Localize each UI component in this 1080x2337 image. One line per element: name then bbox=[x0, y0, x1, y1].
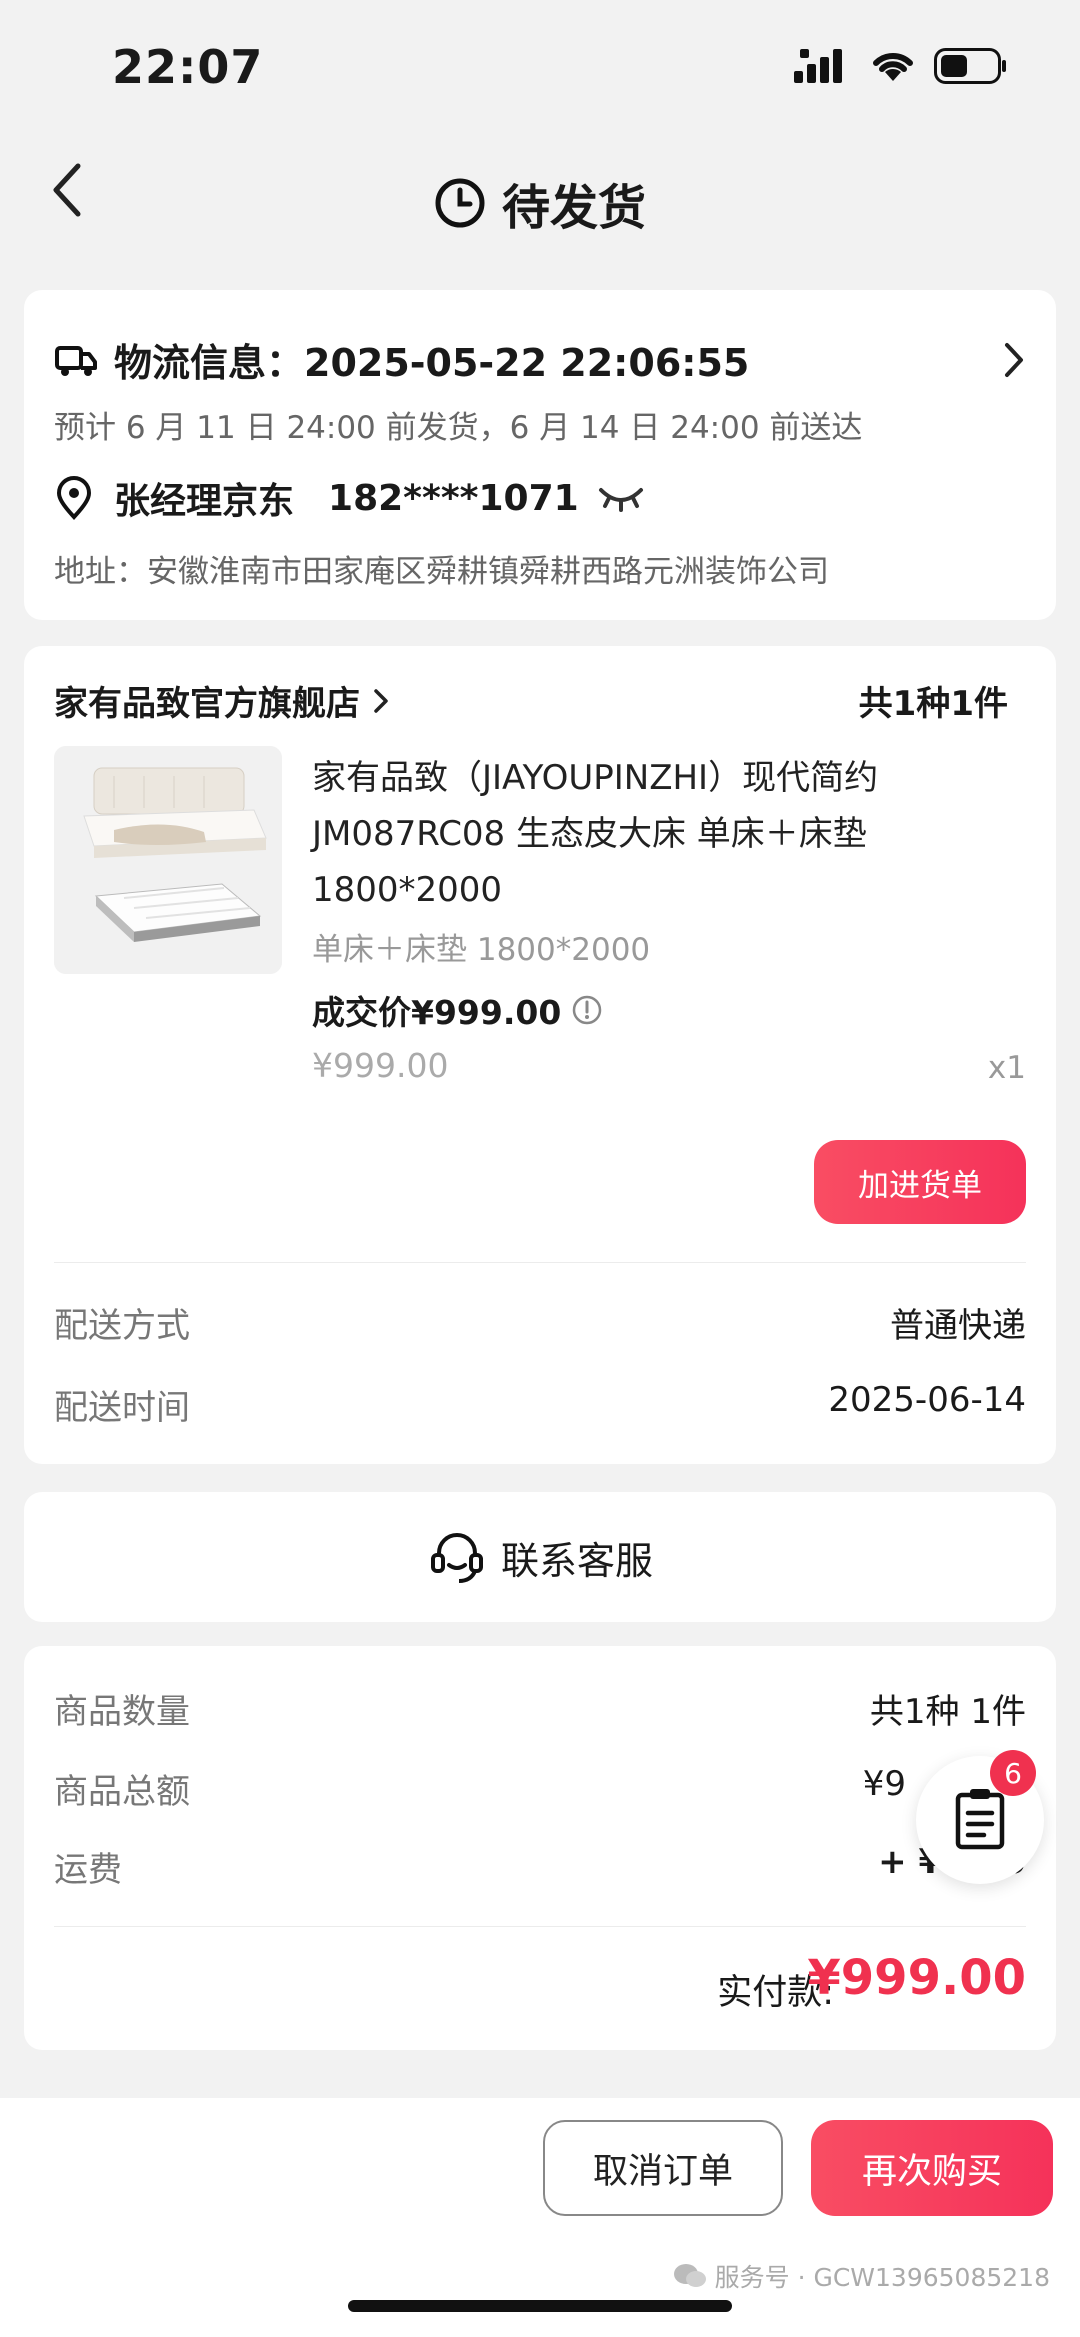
logistics-header: 物流信息：2025-05-22 22:06:55 bbox=[54, 332, 749, 387]
add-to-list-button[interactable]: 加进货单 bbox=[814, 1140, 1026, 1224]
wechat-icon bbox=[673, 2264, 706, 2287]
battery-icon bbox=[934, 48, 1006, 84]
freight-label: 运费 bbox=[54, 1850, 122, 1890]
product-spec: 单床＋床垫 1800*2000 bbox=[312, 932, 651, 968]
product-quantity: x1 bbox=[987, 1050, 1026, 1086]
info-icon[interactable] bbox=[571, 994, 603, 1026]
address-text: 地址：安徽淮南市田家庵区舜耕镇舜耕西路元洲装饰公司 bbox=[54, 554, 829, 590]
delivery-method-value: 普通快递 bbox=[890, 1306, 1026, 1346]
deal-price: 成交价¥999.00 bbox=[312, 993, 562, 1032]
clock-icon bbox=[435, 178, 485, 228]
logistics-eta: 预计 6 月 11 日 24:00 前发货，6 月 14 日 24:00 前送达 bbox=[54, 410, 863, 446]
product-image[interactable] bbox=[54, 746, 282, 974]
nav-bar: 待发货 bbox=[0, 140, 1080, 260]
signal-icon bbox=[794, 49, 842, 83]
customer-service-label: 联系客服 bbox=[500, 1538, 653, 1583]
recipient-phone: 182****1071 bbox=[328, 477, 579, 519]
chevron-right-icon bbox=[374, 688, 388, 713]
home-indicator bbox=[348, 2300, 732, 2312]
store-link[interactable]: 家有品致官方旗舰店 bbox=[54, 676, 390, 725]
deal-price-row: 成交价¥999.00 bbox=[312, 986, 603, 1034]
order-card: 家有品致官方旗舰店 共1种1件 家有品致（JIAYOUPINZHI）现代简约 J… bbox=[24, 646, 1056, 1464]
floating-list-button[interactable]: 6 bbox=[916, 1750, 1044, 1884]
recipient-row: 张经理京东 182****1071 bbox=[54, 472, 645, 524]
payment-summary-card: 商品数量 共1种 1件 商品总额 ¥9 运费 + ¥0.00 实付款: ¥999… bbox=[24, 1646, 1056, 2050]
cancel-order-button[interactable]: 取消订单 bbox=[543, 2120, 783, 2216]
divider bbox=[54, 1926, 1026, 1927]
eye-closed-icon[interactable] bbox=[597, 484, 645, 512]
delivery-time-value: 2025-06-14 bbox=[828, 1380, 1026, 1420]
status-time: 22:07 bbox=[112, 40, 264, 94]
clipboard-icon bbox=[955, 1789, 1005, 1850]
truck-icon bbox=[55, 345, 97, 376]
divider bbox=[54, 1262, 1026, 1263]
qty-value: 共1种 1件 bbox=[869, 1692, 1026, 1732]
logistics-card[interactable]: 物流信息：2025-05-22 22:06:55 预计 6 月 11 日 24:… bbox=[24, 290, 1056, 620]
chevron-right-icon bbox=[1005, 343, 1023, 377]
location-pin-icon bbox=[56, 476, 92, 520]
watermark-text: 服务号 · GCW13965085218 bbox=[714, 2263, 1050, 2292]
recipient-name: 张经理京东 bbox=[114, 481, 295, 522]
item-count: 共1种1件 bbox=[858, 684, 1008, 724]
total-value: ¥9 bbox=[862, 1764, 906, 1804]
original-price: ¥999.00 bbox=[312, 1046, 449, 1085]
logistics-title: 物流信息：2025-05-22 22:06:55 bbox=[114, 341, 750, 385]
qty-label: 商品数量 bbox=[54, 1692, 190, 1732]
customer-service-button[interactable]: 联系客服 bbox=[24, 1492, 1056, 1622]
product-title[interactable]: 家有品致（JIAYOUPINZHI）现代简约 JM087RC08 生态皮大床 单… bbox=[312, 750, 1032, 918]
status-icons bbox=[794, 48, 1008, 84]
delivery-method-label: 配送方式 bbox=[54, 1306, 190, 1346]
watermark: 服务号 · GCW13965085218 bbox=[673, 2258, 1050, 2294]
store-name: 家有品致官方旗舰店 bbox=[54, 684, 360, 724]
total-label: 商品总额 bbox=[54, 1772, 190, 1812]
bed-image bbox=[54, 746, 282, 974]
status-bar: 22:07 bbox=[0, 0, 1080, 130]
wifi-icon bbox=[873, 52, 913, 81]
logistics-chevron[interactable] bbox=[1002, 340, 1026, 384]
notification-badge: 6 bbox=[990, 1750, 1036, 1796]
headset-icon bbox=[430, 1533, 483, 1583]
buy-again-button[interactable]: 再次购买 bbox=[811, 2120, 1053, 2216]
page-title-text: 待发货 bbox=[501, 180, 646, 236]
delivery-time-label: 配送时间 bbox=[54, 1388, 190, 1428]
paid-amount: ¥999.00 bbox=[807, 1950, 1026, 2006]
page-title: 待发货 bbox=[0, 168, 1080, 238]
customer-service-card[interactable]: 联系客服 bbox=[24, 1492, 1056, 1622]
